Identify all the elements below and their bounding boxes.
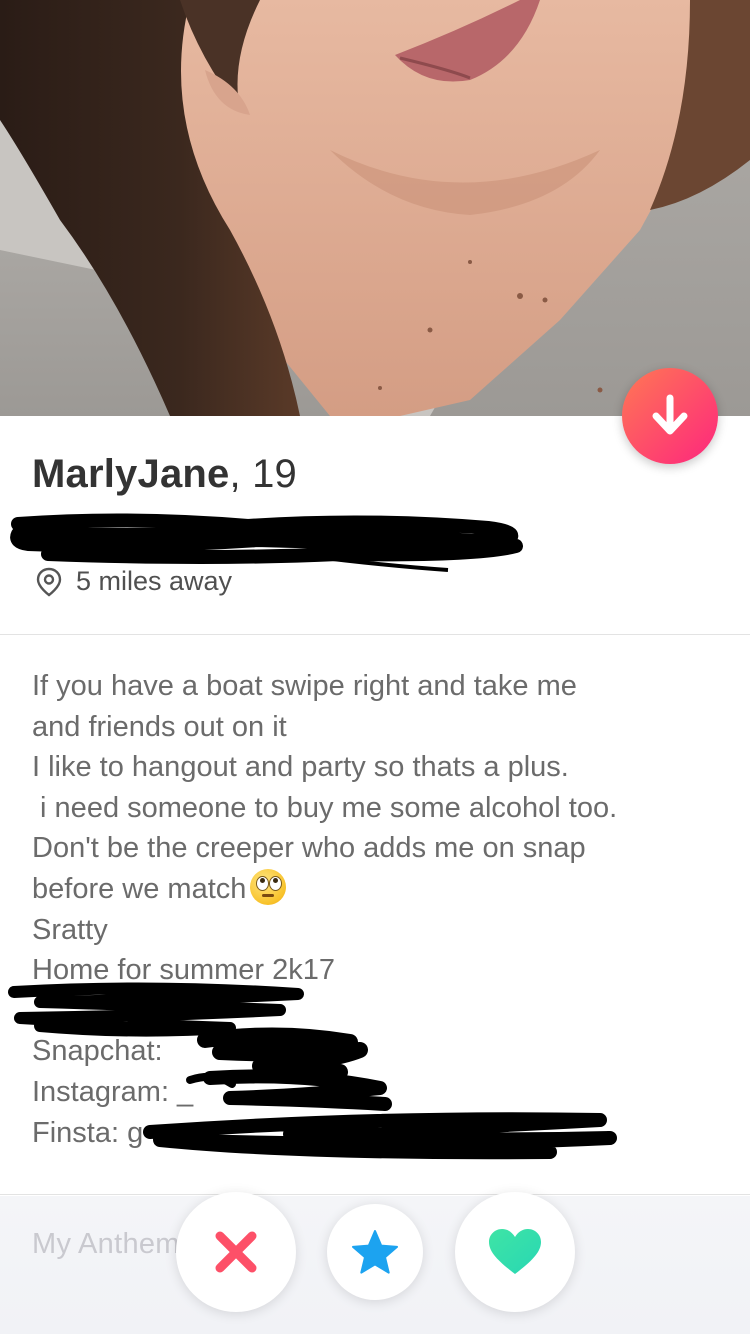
profile-age: , 19 bbox=[229, 452, 297, 496]
profile-photo[interactable] bbox=[0, 0, 750, 416]
nope-button[interactable] bbox=[176, 1192, 296, 1312]
x-icon bbox=[215, 1231, 257, 1273]
photo-illustration bbox=[0, 0, 750, 416]
like-button[interactable] bbox=[455, 1192, 575, 1312]
bio-line: I like to hangout and party so thats a p… bbox=[32, 751, 569, 784]
divider bbox=[0, 1194, 750, 1195]
bio-line: If you have a boat swipe right and take … bbox=[32, 670, 577, 702]
bio-line-text: before we match bbox=[32, 872, 247, 905]
bio-line-with-emoji: before we match bbox=[32, 868, 732, 910]
profile-name-age: MarlyJane, 19 bbox=[32, 452, 297, 497]
collapse-profile-button[interactable] bbox=[622, 368, 718, 464]
super-like-button[interactable] bbox=[327, 1204, 423, 1300]
eye-roll-emoji bbox=[250, 868, 287, 905]
redaction-scribbles bbox=[8, 982, 617, 1160]
bio-line: Don't be the creeper who adds me on snap bbox=[32, 832, 586, 865]
location-pin-icon bbox=[36, 567, 62, 596]
heart-icon bbox=[489, 1229, 541, 1274]
bio-line: and friends out on it bbox=[32, 710, 287, 743]
bio-line: Sratty bbox=[32, 913, 108, 946]
star-icon bbox=[352, 1230, 398, 1274]
bio-line: i need someone to buy me some alcohol to… bbox=[32, 791, 618, 824]
distance-row: 5 miles away bbox=[36, 566, 232, 597]
profile-name: MarlyJane bbox=[32, 452, 230, 496]
anthem-label: My Anthem bbox=[32, 1228, 180, 1260]
distance-text: 5 miles away bbox=[76, 566, 233, 596]
divider bbox=[0, 634, 750, 635]
arrow-down-icon bbox=[652, 394, 688, 435]
